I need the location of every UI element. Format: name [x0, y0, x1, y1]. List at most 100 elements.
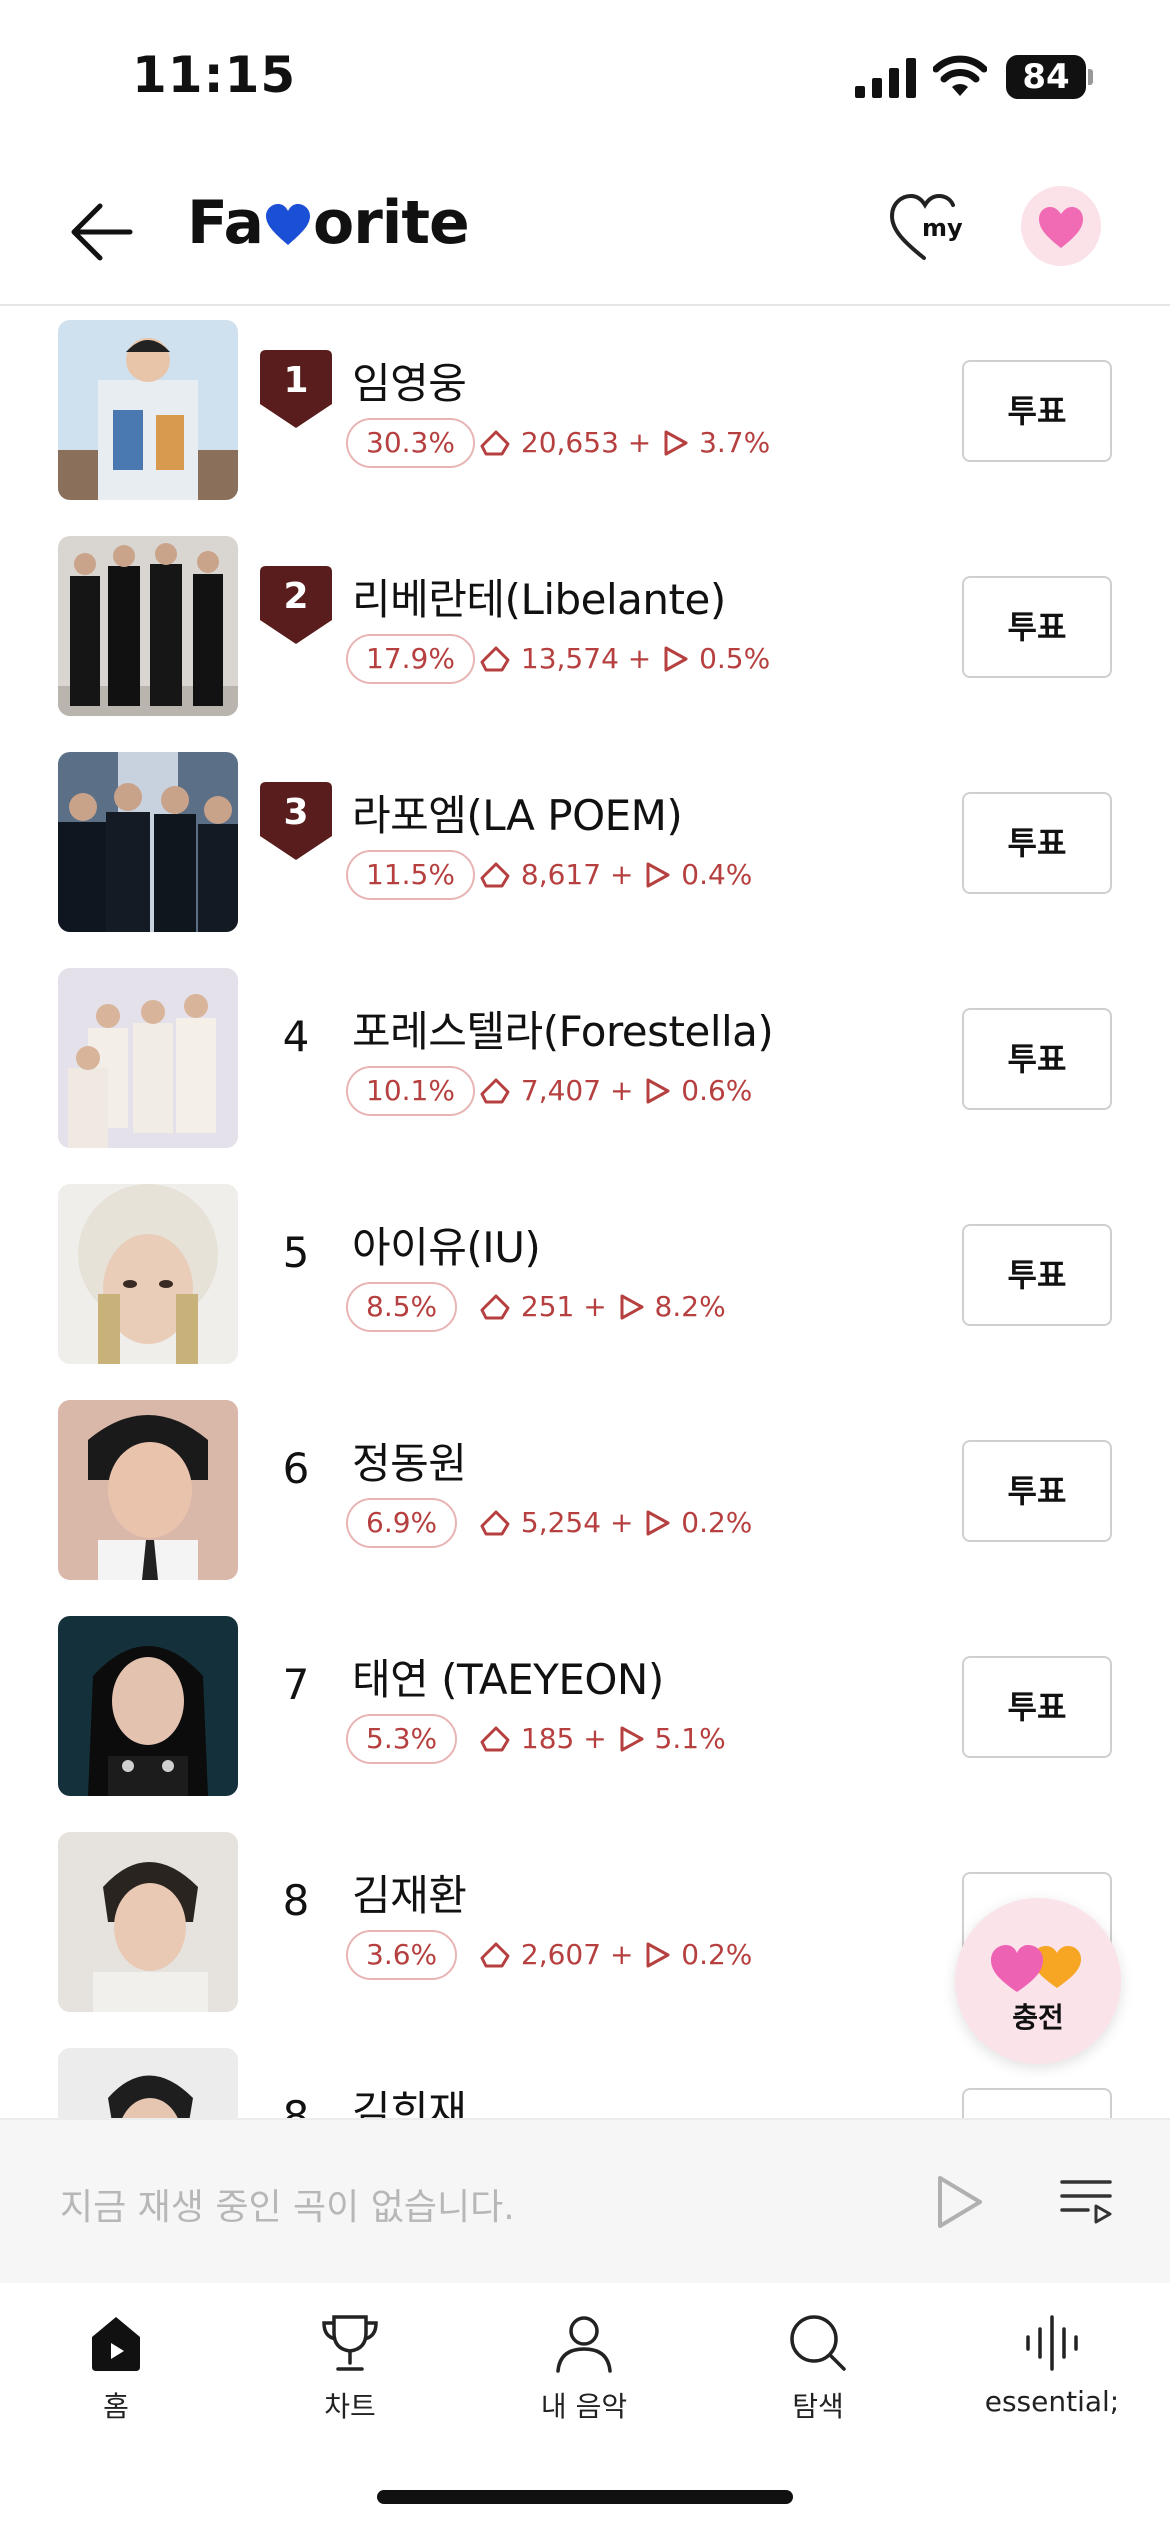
list-item[interactable]: 7 태연 (TAEYEON) 5.3% 185 + 5.1% 투표 [0, 1610, 1170, 1826]
vote-share-badge: 30.3% [346, 418, 475, 468]
search-icon [790, 2315, 846, 2371]
play-percent: 0.4% [681, 858, 753, 891]
vote-count: 5,254 [520, 1506, 602, 1539]
list-item[interactable]: 2 리베란테(Libelante) 17.9% 13,574 + 0.5% 투표 [0, 530, 1170, 746]
artist-thumbnail [58, 1400, 238, 1580]
play-icon [620, 1294, 644, 1320]
vote-share-badge: 6.9% [346, 1498, 458, 1548]
plus-sign: + [583, 1290, 607, 1323]
page-title: Fa orite [187, 188, 470, 258]
rank-badge: 1 [260, 350, 332, 430]
status-time: 11:15 [132, 46, 297, 104]
vote-button[interactable]: 투표 [962, 1008, 1112, 1110]
pink-heart-icon [1039, 207, 1083, 248]
artist-name: 김희재 [352, 2087, 467, 2118]
charge-label: 충전 [1012, 2001, 1064, 2034]
artist-thumbnail [58, 1832, 238, 2012]
tab-home[interactable]: 홈 [16, 2311, 216, 2451]
vote-button[interactable]: 투표 [962, 792, 1112, 894]
vote-button[interactable]: 투표 [962, 360, 1112, 462]
tab-label: 탐색 [792, 2390, 844, 2423]
artist-thumbnail [58, 320, 238, 500]
vote-ticket-icon [480, 1510, 510, 1536]
double-heart-icon [991, 1945, 1081, 1992]
vote-button[interactable]: 투표 [962, 1440, 1112, 1542]
artist-name: 아이유(IU) [352, 1223, 541, 1272]
tab-search[interactable]: 탐색 [718, 2311, 918, 2451]
vote-stats: 185 + 5.1% [478, 1718, 726, 1760]
status-bar: 11:15 84 [0, 0, 1170, 150]
plus-sign: + [609, 1074, 634, 1107]
rank-number: 2 [283, 576, 309, 617]
artist-thumbnail [58, 968, 238, 1148]
rank-number: 8 [282, 1876, 310, 1925]
vote-button[interactable]: 투표 [962, 576, 1112, 678]
vote-count: 20,653 [520, 426, 619, 459]
vote-stats: 8,617 + 0.4% [478, 854, 752, 896]
play-percent: 0.2% [681, 1506, 753, 1539]
plus-sign: + [627, 426, 652, 459]
play-icon[interactable] [928, 2172, 988, 2232]
rank-number: 6 [282, 1444, 310, 1493]
list-item[interactable]: 1 임영웅 30.3% 20,653 + 3.7% 투표 [0, 314, 1170, 530]
play-percent: 0.6% [681, 1074, 753, 1107]
my-label: my [922, 214, 963, 242]
vote-ticket-icon [480, 1294, 510, 1320]
vote-share-badge: 11.5% [346, 850, 475, 900]
waveform-icon [1026, 2315, 1078, 2371]
vote-ticket-icon [480, 1942, 510, 1968]
charge-fab-button[interactable]: 충전 [955, 1898, 1121, 2064]
tab-label: 차트 [324, 2390, 376, 2423]
rank-number: 4 [282, 1012, 310, 1061]
play-percent: 0.2% [681, 1938, 753, 1971]
header: Fa orite my [0, 160, 1170, 306]
list-item[interactable]: 4 포레스텔라(Forestella) 10.1% 7,407 + 0.6% 투… [0, 962, 1170, 1178]
play-icon [646, 1510, 670, 1536]
vote-ticket-icon [480, 1078, 510, 1104]
trophy-icon [322, 2315, 378, 2371]
vote-count: 2,607 [520, 1938, 602, 1971]
plus-sign: + [609, 858, 634, 891]
vote-share-badge: 3.6% [346, 1930, 458, 1980]
tab-chart[interactable]: 차트 [250, 2311, 450, 2451]
vote-stats: 251 + 8.2% [478, 1286, 726, 1328]
battery-cap [1088, 69, 1093, 85]
mini-player[interactable]: 지금 재생 중인 곡이 없습니다. [0, 2118, 1170, 2283]
battery-level: 84 [1006, 55, 1086, 99]
play-icon [646, 1078, 670, 1104]
artist-name: 김재환 [352, 1871, 467, 1920]
list-item[interactable]: 6 정동원 6.9% 5,254 + 0.2% 투표 [0, 1394, 1170, 1610]
rank-number: 7 [282, 1660, 310, 1709]
home-icon [92, 2317, 140, 2371]
tab-label: 홈 [103, 2390, 129, 2423]
list-item[interactable]: 3 라포엠(LA POEM) 11.5% 8,617 + 0.4% 투표 [0, 746, 1170, 962]
artist-name: 포레스텔라(Forestella) [352, 1007, 774, 1056]
tab-label: essential; [984, 2385, 1120, 2418]
artist-thumbnail [58, 752, 238, 932]
battery-indicator: 84 [1006, 55, 1093, 99]
vote-count: 251 [520, 1290, 575, 1323]
play-percent: 8.2% [654, 1290, 726, 1323]
playlist-icon[interactable] [1058, 2172, 1114, 2228]
vote-button[interactable]: 투표 [962, 1224, 1112, 1326]
back-arrow-icon[interactable] [64, 192, 144, 272]
person-icon [556, 2316, 612, 2373]
plus-sign: + [583, 1722, 607, 1755]
title-part-2: orite [312, 188, 470, 258]
vote-share-badge: 17.9% [346, 634, 475, 684]
list-item[interactable]: 5 아이유(IU) 8.5% 251 + 8.2% 투표 [0, 1178, 1170, 1394]
rank-badge: 3 [260, 782, 332, 862]
home-indicator [377, 2490, 793, 2504]
vote-button[interactable] [962, 2088, 1112, 2118]
vote-ticket-icon [480, 1726, 510, 1752]
my-favorites-button[interactable]: my [888, 192, 970, 264]
tab-my-music[interactable]: 내 음악 [484, 2311, 684, 2451]
artist-name: 리베란테(Libelante) [352, 575, 726, 624]
heart-charge-button[interactable] [1021, 186, 1101, 266]
tab-label: 내 음악 [540, 2390, 628, 2423]
artist-thumbnail [58, 1616, 238, 1796]
vote-button[interactable]: 투표 [962, 1656, 1112, 1758]
plus-sign: + [609, 1938, 634, 1971]
tab-essential[interactable]: essential; [952, 2311, 1152, 2451]
play-percent: 5.1% [654, 1722, 726, 1755]
